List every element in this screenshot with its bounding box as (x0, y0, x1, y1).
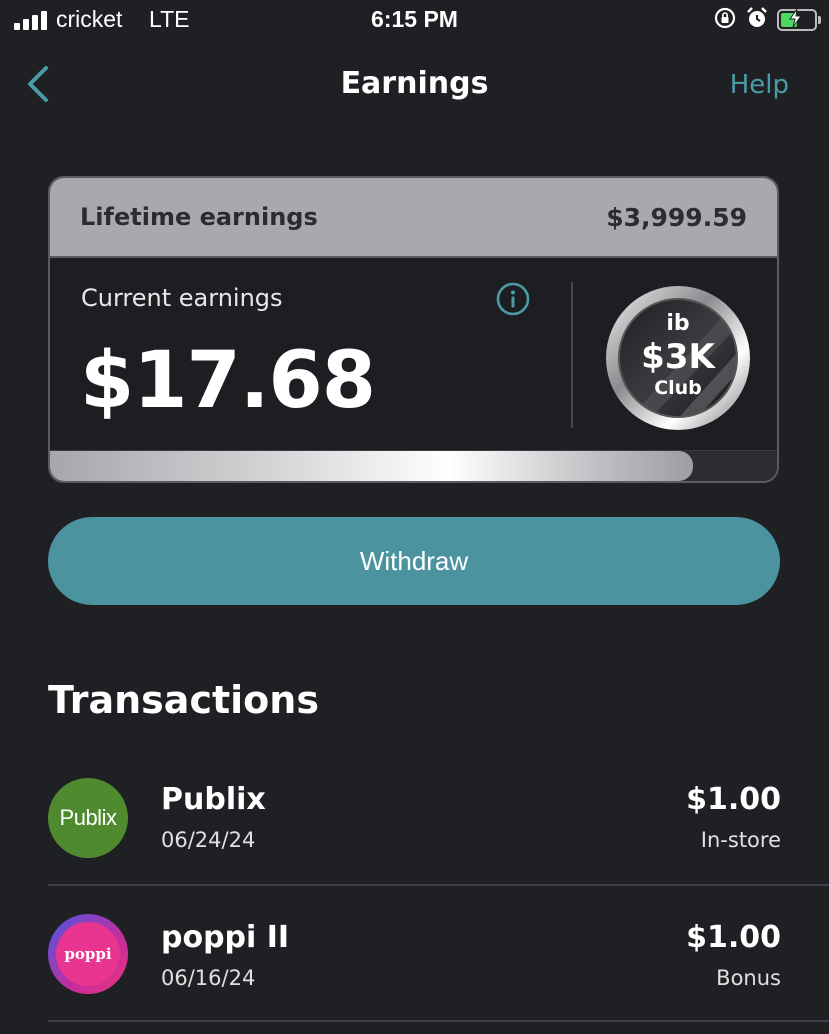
lifetime-earnings-label: Lifetime earnings (80, 203, 318, 231)
transaction-date: 06/24/24 (161, 828, 256, 852)
earnings-progress-bar (50, 450, 777, 481)
help-link[interactable]: Help (730, 70, 789, 100)
badge-brand: ib (666, 311, 689, 336)
transactions-title: Transactions (48, 678, 319, 722)
badge-subtitle: Club (654, 377, 702, 399)
current-earnings-value: $17.68 (80, 336, 376, 426)
transaction-merchant: poppi II (161, 920, 290, 955)
status-time: 6:15 PM (371, 6, 458, 32)
lifetime-earnings-row: Lifetime earnings $3,999.59 (50, 178, 777, 258)
poppi-logo: poppi (48, 914, 128, 994)
row-divider (48, 1020, 829, 1022)
battery-charging-icon (777, 8, 821, 31)
transaction-amount: $1.00 (686, 920, 781, 955)
transaction-type: Bonus (716, 966, 781, 990)
transaction-row[interactable]: Publix Publix 06/24/24 $1.00 In-store (48, 778, 781, 898)
current-earnings-label: Current earnings (81, 284, 283, 312)
info-icon[interactable] (496, 282, 530, 316)
badge-title: $3K (641, 337, 716, 377)
transaction-merchant: Publix (161, 782, 266, 817)
3k-club-badge[interactable]: ib $3K Club (604, 284, 752, 432)
lifetime-earnings-value: $3,999.59 (606, 202, 747, 232)
alarm-icon (745, 6, 769, 34)
row-divider (48, 884, 829, 886)
status-bar: cricket LTE 6:15 PM (0, 0, 829, 40)
transaction-type: In-store (700, 828, 781, 852)
poppi-logo-text: poppi (56, 922, 120, 986)
earnings-card: Lifetime earnings $3,999.59 Current earn… (48, 176, 779, 483)
earnings-progress-fill (50, 451, 694, 481)
transaction-row[interactable]: poppi poppi II 06/16/24 $1.00 Bonus (48, 914, 781, 1034)
transaction-date: 06/16/24 (161, 966, 256, 990)
page-title: Earnings (340, 66, 489, 101)
orientation-lock-icon (713, 6, 737, 34)
publix-logo: Publix (48, 778, 128, 858)
card-divider (571, 282, 573, 428)
transaction-amount: $1.00 (686, 782, 781, 817)
nav-bar: Earnings Help (0, 50, 829, 120)
withdraw-button[interactable]: Withdraw (48, 517, 780, 605)
